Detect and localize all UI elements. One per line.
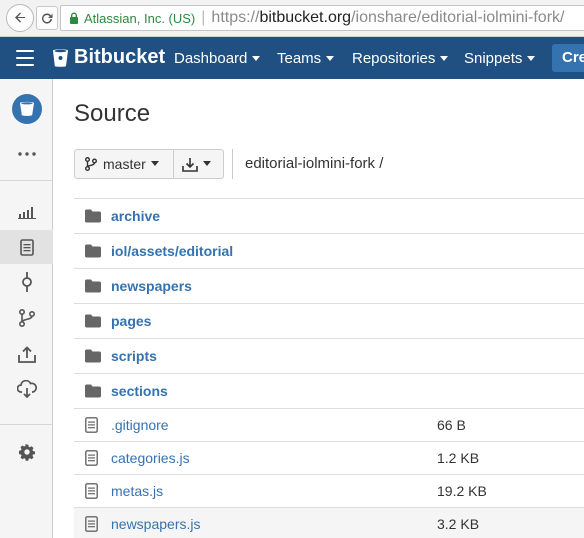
- sidebar-item-source[interactable]: [0, 230, 53, 264]
- repo-sidebar: [0, 79, 53, 538]
- file-row[interactable]: newspapers.js 3.2 KB: [74, 508, 584, 538]
- folder-icon: [85, 314, 101, 328]
- file-row[interactable]: categories.js 1.2 KB: [74, 442, 584, 475]
- back-arrow-icon: [15, 12, 25, 23]
- sidebar-item-branches[interactable]: [0, 301, 53, 335]
- file-row[interactable]: newspapers: [74, 269, 584, 304]
- more-button[interactable]: [0, 137, 53, 171]
- chevron-down-icon: [326, 55, 335, 61]
- branches-icon: [18, 309, 35, 327]
- file-link[interactable]: newspapers.js: [111, 516, 201, 532]
- breadcrumb: editorial-iolmini-fork /: [245, 155, 384, 172]
- address-separator: |: [201, 9, 206, 26]
- brand-name: Bitbucket: [74, 46, 166, 68]
- folder-icon: [85, 279, 101, 293]
- folder-link[interactable]: sections: [111, 383, 168, 399]
- nav-repositories[interactable]: Repositories: [352, 50, 449, 67]
- nav-snippets[interactable]: Snippets: [464, 50, 536, 67]
- ev-certificate-label: Atlassian, Inc. (US): [84, 10, 196, 26]
- lock-icon: [70, 12, 78, 24]
- folder-link[interactable]: archive: [111, 208, 160, 224]
- folder-icon: [85, 209, 101, 223]
- back-button[interactable]: [6, 4, 34, 32]
- folder-link[interactable]: iol/assets/editorial: [111, 243, 233, 259]
- file-size: 1.2 KB: [437, 450, 480, 466]
- file-icon: [85, 417, 98, 433]
- branch-selector-button[interactable]: master: [74, 149, 174, 179]
- repo-avatar[interactable]: [0, 91, 53, 127]
- file-size: 66 B: [437, 417, 466, 433]
- sidebar-divider: [0, 424, 53, 425]
- folder-icon: [85, 244, 101, 258]
- file-row[interactable]: .gitignore 66 B: [74, 409, 584, 442]
- file-link[interactable]: metas.js: [111, 483, 163, 499]
- file-row[interactable]: pages: [74, 304, 584, 339]
- chevron-down-icon: [203, 160, 211, 166]
- file-size: 19.2 KB: [437, 483, 487, 499]
- reload-icon: [42, 13, 53, 24]
- upload-icon: [17, 346, 36, 363]
- file-icon: [85, 516, 98, 532]
- overview-icon: [17, 207, 36, 219]
- settings-icon: [18, 444, 35, 461]
- nav-teams-label: Teams: [277, 50, 322, 67]
- file-row[interactable]: scripts: [74, 339, 584, 374]
- sidebar-item-pull-requests[interactable]: [0, 338, 53, 372]
- sidebar-item-settings[interactable]: [0, 435, 53, 469]
- file-list: archive iol/assets/editorial newspapers pag…: [74, 198, 584, 538]
- create-button[interactable]: Cre: [552, 44, 584, 72]
- nav-repositories-label: Repositories: [352, 50, 436, 67]
- more-icon: [17, 152, 36, 156]
- bitbucket-logo[interactable]: Bitbucket: [52, 46, 165, 69]
- url-path: /ionshare/editorial-iolmini-fork/: [351, 9, 565, 26]
- toolbar-separator: [232, 149, 233, 179]
- chevron-down-icon: [440, 55, 449, 61]
- file-row[interactable]: sections: [74, 374, 584, 409]
- download-icon: [182, 157, 198, 172]
- file-link[interactable]: .gitignore: [111, 417, 169, 433]
- nav-teams[interactable]: Teams: [277, 50, 335, 67]
- folder-link[interactable]: newspapers: [111, 278, 192, 294]
- cloud-download-icon: [16, 380, 37, 398]
- reload-button[interactable]: [36, 6, 58, 30]
- bitbucket-bucket-icon: [53, 48, 68, 67]
- source-icon: [19, 238, 34, 256]
- file-row[interactable]: archive: [74, 199, 584, 234]
- file-icon: [85, 450, 98, 466]
- address-bar[interactable]: Atlassian, Inc. (US) | https://bitbucket…: [60, 5, 584, 31]
- branch-icon: [85, 157, 97, 171]
- folder-link[interactable]: pages: [111, 313, 151, 329]
- folder-icon: [85, 349, 101, 363]
- page-title: Source: [74, 100, 151, 127]
- url-host: bitbucket.org: [259, 9, 352, 26]
- url-protocol: https://: [211, 9, 260, 26]
- main-content: Source master editorial-iolmini-fork / a…: [54, 79, 584, 538]
- sidebar-item-overview[interactable]: [0, 195, 53, 229]
- folder-icon: [85, 384, 101, 398]
- repo-avatar-icon: [11, 94, 42, 124]
- branch-name: master: [103, 156, 146, 172]
- source-toolbar: master: [74, 149, 224, 179]
- folder-link[interactable]: scripts: [111, 348, 157, 364]
- chevron-down-icon: [252, 55, 261, 61]
- chevron-down-icon: [150, 160, 159, 166]
- nav-dashboard-label: Dashboard: [174, 50, 248, 67]
- sidebar-item-commits[interactable]: [0, 265, 53, 299]
- sidebar-item-downloads[interactable]: [0, 372, 53, 406]
- file-link[interactable]: categories.js: [111, 450, 190, 466]
- nav-dashboard[interactable]: Dashboard: [174, 50, 261, 67]
- file-row[interactable]: metas.js 19.2 KB: [74, 475, 584, 508]
- chevron-down-icon: [527, 55, 536, 61]
- download-button[interactable]: [174, 149, 224, 179]
- menu-icon[interactable]: [16, 50, 34, 66]
- file-row[interactable]: iol/assets/editorial: [74, 234, 584, 269]
- browser-url-bar: Atlassian, Inc. (US) | https://bitbucket…: [0, 0, 584, 37]
- file-size: 3.2 KB: [437, 516, 480, 532]
- file-icon: [85, 483, 98, 499]
- commits-icon: [21, 272, 32, 292]
- nav-snippets-label: Snippets: [464, 50, 523, 67]
- top-navigation: Bitbucket Dashboard Teams Repositories S…: [0, 37, 584, 79]
- sidebar-divider: [0, 180, 53, 181]
